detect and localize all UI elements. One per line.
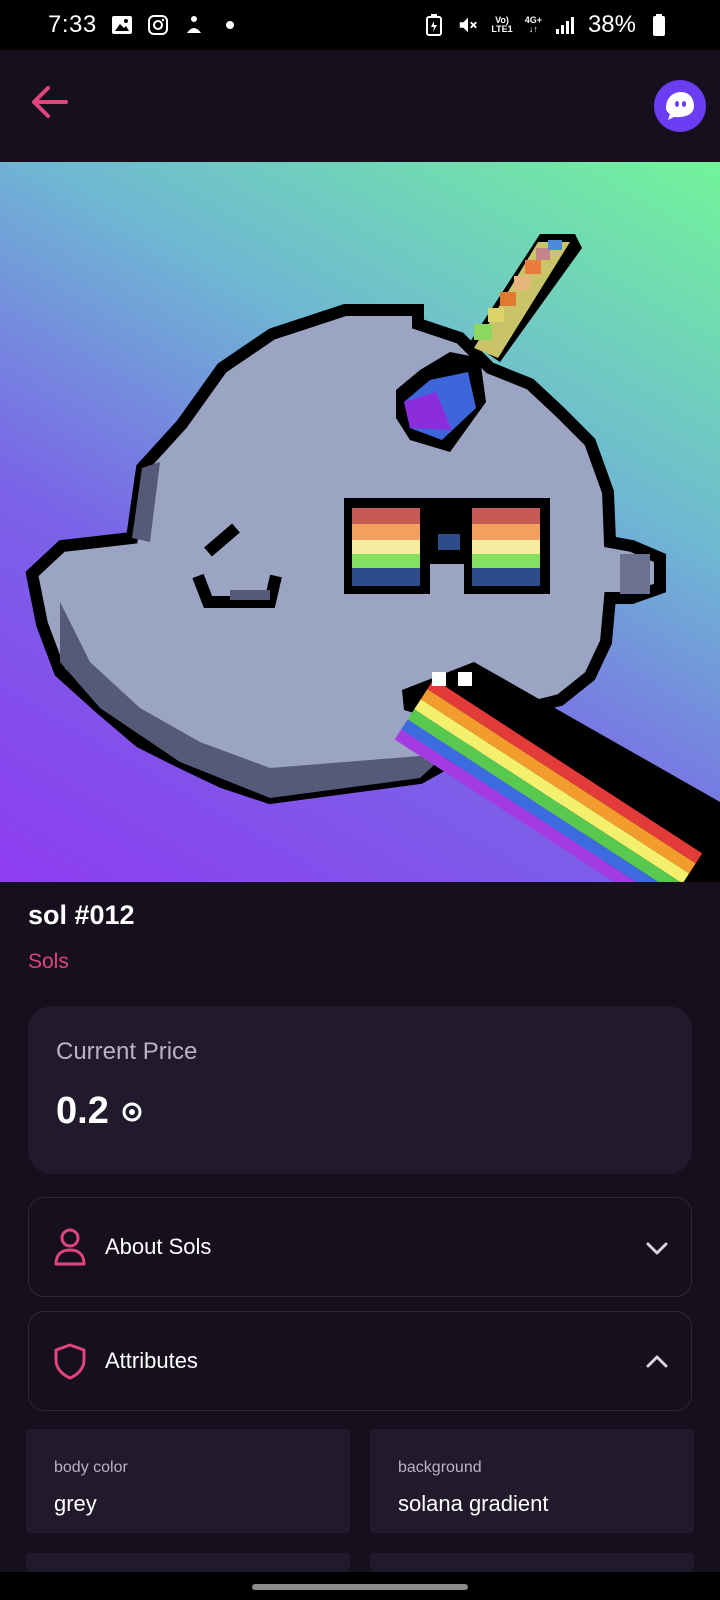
- attributes-accordion[interactable]: Attributes: [28, 1311, 692, 1411]
- pixel-creature-image: [25, 234, 720, 882]
- about-collection-accordion[interactable]: About Sols: [28, 1197, 692, 1297]
- app-header: [0, 50, 720, 162]
- price-label: Current Price: [56, 1038, 198, 1065]
- gallery-icon: [111, 14, 133, 36]
- nft-title: sol #012: [28, 900, 135, 930]
- mute-icon: [457, 14, 479, 36]
- price-row: 0.2: [56, 1090, 143, 1133]
- collection-link[interactable]: Sols: [28, 950, 69, 974]
- nft-artwork[interactable]: [0, 162, 720, 882]
- about-label: About Sols: [105, 1234, 212, 1259]
- status-time: 7:33: [48, 11, 97, 38]
- attribute-key: body color: [54, 1459, 128, 1476]
- battery-percent: 38%: [587, 11, 636, 38]
- sol-coin-icon: [122, 1102, 142, 1121]
- attribute-tile-partial: [370, 1553, 694, 1572]
- meditation-icon: [183, 14, 205, 36]
- signal-icon: [554, 14, 576, 36]
- ghost-icon: [666, 92, 694, 120]
- battery-saver-icon: [423, 14, 445, 36]
- price-card: Current Price 0.2: [28, 1006, 692, 1174]
- price-value: 0.2: [56, 1090, 109, 1132]
- wallet-avatar[interactable]: [654, 80, 706, 132]
- attribute-value: grey: [54, 1491, 97, 1516]
- volte-indicator: Vo) LTE1: [491, 15, 513, 34]
- chevron-up-icon: [646, 1355, 668, 1368]
- user-icon: [54, 1228, 86, 1266]
- shield-icon: [54, 1343, 86, 1380]
- chevron-down-icon: [646, 1242, 668, 1255]
- battery-icon: [648, 14, 670, 36]
- instagram-icon: [147, 14, 169, 36]
- attribute-value: solana gradient: [398, 1491, 549, 1516]
- arrow-left-icon: [32, 86, 68, 118]
- attribute-tile: body color grey: [26, 1429, 350, 1533]
- attribute-key: background: [398, 1459, 482, 1476]
- home-handle[interactable]: [252, 1584, 468, 1590]
- back-button[interactable]: [28, 82, 78, 126]
- attribute-tile-partial: [26, 1553, 350, 1572]
- attribute-tile: background solana gradient: [370, 1429, 694, 1533]
- status-bar: 7:33 Vo) LTE1 4G+ ↓↑ 38%: [0, 0, 720, 50]
- gesture-navigation-bar: [0, 1572, 720, 1600]
- attributes-label: Attributes: [105, 1348, 198, 1373]
- notification-dot-icon: [219, 14, 241, 36]
- data-indicator: 4G+ ↓↑: [524, 15, 542, 34]
